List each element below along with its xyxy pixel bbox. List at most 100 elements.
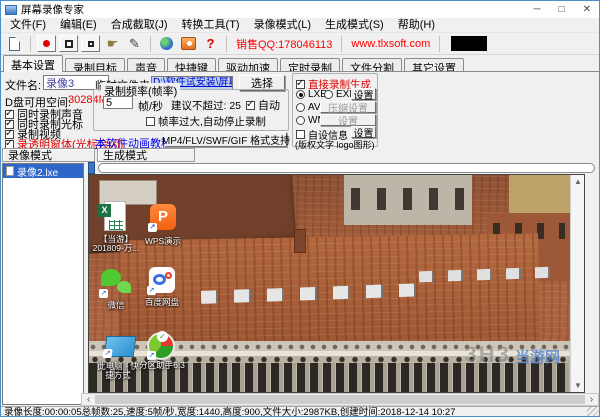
menu-file[interactable]: 文件(F) bbox=[3, 18, 53, 32]
sales-qq-text: 销售QQ:178046113 bbox=[236, 38, 333, 51]
menu-record-mode[interactable]: 录像模式(L) bbox=[247, 18, 318, 32]
stop-icon bbox=[64, 39, 73, 48]
checkbox-icon bbox=[296, 78, 305, 89]
excel-document-icon: X bbox=[98, 201, 126, 233]
scroll-left-icon[interactable]: ‹ bbox=[82, 394, 95, 405]
settings-tab-bar: 基本设置 录制目标 声音 快捷键 驱动加速 定时录制 文件分割 其它设置 bbox=[1, 55, 599, 75]
lxe-settings-button[interactable]: 设置 bbox=[351, 88, 376, 102]
hand-icon: ☛ bbox=[106, 36, 119, 51]
frame-rate-unit: 帧/秒 bbox=[138, 101, 164, 113]
recording-file-list[interactable]: 录像2.lxe bbox=[2, 163, 84, 405]
menu-compose-capture[interactable]: 合成截取(J) bbox=[104, 18, 175, 32]
seek-bar[interactable] bbox=[98, 163, 595, 173]
scrollbar-thumb[interactable] bbox=[95, 395, 585, 404]
horizontal-scrollbar[interactable]: ‹ › bbox=[81, 393, 599, 406]
help-button[interactable]: ? bbox=[201, 35, 220, 52]
capture-icon bbox=[181, 37, 196, 50]
checkbox-icon bbox=[146, 117, 155, 126]
generate-mode-panel-tab[interactable]: 生成模式 bbox=[97, 148, 195, 162]
shortcut-arrow-icon: ↗ bbox=[147, 286, 156, 295]
scroll-down-icon[interactable]: ▼ bbox=[571, 379, 585, 392]
status-text: 录像长度:00:00:05总帧数:25,速度:5帧/秒,宽度:1440,高度:9… bbox=[4, 407, 456, 417]
stop-button[interactable] bbox=[59, 35, 78, 52]
spreadsheet-grid-icon bbox=[109, 220, 123, 230]
overload-stop-label: 帧率过大,自动停止录制 bbox=[158, 116, 266, 128]
check-badge-icon: ✓ bbox=[157, 331, 168, 342]
wechat-label: 微信 bbox=[107, 300, 125, 310]
radio-icon bbox=[296, 103, 305, 112]
watermark: 3H3 当游网 bbox=[465, 342, 560, 368]
radio-icon bbox=[296, 90, 305, 99]
website-button[interactable] bbox=[157, 35, 176, 52]
recording-preview-image: X 【当游】 201809-万... ↗ WPS演示 ↗ 微信 ↗ 百度网盘 bbox=[89, 175, 570, 392]
status-bar: 录像长度:00:00:05总帧数:25,速度:5帧/秒,宽度:1440,高度:9… bbox=[1, 406, 599, 417]
pen-tool-button[interactable]: ✎ bbox=[125, 35, 144, 52]
gray-building-windows bbox=[351, 188, 465, 210]
radio-icon bbox=[324, 90, 333, 99]
app-window: 屏幕录像专家 ─ □ ✕ 文件(F) 编辑(E) 合成截取(J) 转换工具(T)… bbox=[0, 0, 600, 417]
auto-checkbox[interactable]: 自动 bbox=[246, 97, 280, 113]
capture-button[interactable] bbox=[179, 35, 198, 52]
tab-hotkeys[interactable]: 快捷键 bbox=[167, 58, 216, 75]
list-item[interactable]: 录像2.lxe bbox=[3, 164, 83, 179]
direct-generate-group: 直接录制生成 LXE EXE 设置 AVI 压缩设置 WMV 设置 bbox=[292, 73, 378, 150]
globe-icon bbox=[160, 37, 173, 50]
record-button[interactable] bbox=[37, 35, 56, 52]
baidu-label: 百度网盘 bbox=[144, 297, 179, 307]
pen-icon: ✎ bbox=[129, 36, 140, 51]
new-file-button[interactable] bbox=[5, 35, 24, 52]
maximize-icon[interactable]: □ bbox=[559, 4, 565, 15]
scroll-up-icon[interactable]: ▲ bbox=[571, 175, 585, 188]
format-support-button[interactable]: MP4/FLV/SWF/GIF 格式支持 bbox=[162, 132, 290, 147]
netdisk-knot-icon bbox=[165, 272, 172, 279]
hand-tool-button[interactable]: ☛ bbox=[103, 35, 122, 52]
watermark-logo-text: 3H3 bbox=[464, 342, 511, 367]
radio-icon bbox=[296, 116, 305, 125]
menu-generate-mode[interactable]: 生成模式(S) bbox=[318, 18, 391, 32]
tab-driver-accel[interactable]: 驱动加速 bbox=[218, 58, 278, 75]
tab-other-settings[interactable]: 其它设置 bbox=[404, 58, 464, 75]
this-pc-icon: ↗ bbox=[102, 336, 137, 358]
preview-area: X 【当游】 201809-万... ↗ WPS演示 ↗ 微信 ↗ 百度网盘 bbox=[88, 174, 585, 393]
frame-rate-input[interactable] bbox=[103, 96, 133, 109]
close-icon[interactable]: ✕ bbox=[583, 4, 591, 15]
tab-file-split[interactable]: 文件分割 bbox=[342, 58, 402, 75]
seek-bar-thumb[interactable] bbox=[88, 162, 95, 174]
tab-basic-settings[interactable]: 基本设置 bbox=[3, 55, 63, 72]
this-pc-label-line2: 捷方式 bbox=[105, 370, 131, 380]
black-preview-box bbox=[451, 36, 488, 51]
filename-label: 文件名: bbox=[5, 80, 42, 92]
tan-building bbox=[509, 175, 570, 217]
partition-label: 分区助手6.3 bbox=[139, 360, 185, 370]
basic-settings-panel: 文件名: 临时文件夹: D:\软件试安装\屏幕录像专 选择 D盘可用空间: 30… bbox=[1, 71, 599, 151]
tab-scheduled-record[interactable]: 定时录制 bbox=[280, 58, 340, 75]
new-file-icon bbox=[9, 36, 20, 51]
window-title: 屏幕录像专家 bbox=[21, 4, 84, 16]
scroll-right-icon[interactable]: › bbox=[585, 394, 598, 405]
menu-convert-tools[interactable]: 转换工具(T) bbox=[175, 18, 247, 32]
toolbar-separator bbox=[341, 35, 343, 52]
pause-icon bbox=[87, 40, 94, 47]
help-icon: ? bbox=[206, 36, 215, 51]
tab-sound[interactable]: 声音 bbox=[127, 58, 165, 75]
frame-rate-hint: 建议不超过: 25 bbox=[171, 100, 242, 112]
overload-stop-checkbox[interactable]: 帧率过大,自动停止录制 bbox=[146, 114, 266, 129]
baidu-netdisk-icon: ↗ bbox=[147, 267, 175, 295]
format-lxe-radio[interactable]: LXE bbox=[296, 89, 327, 100]
minimize-icon[interactable]: ─ bbox=[533, 4, 540, 15]
website-link[interactable]: www.tlxsoft.com bbox=[348, 38, 433, 50]
frame-rate-group: 录制频率(帧率) 帧/秒 建议不超过: 25 自动 帧率过大,自动停止录制 bbox=[93, 83, 289, 131]
vertical-scrollbar[interactable]: ▲ ▼ bbox=[570, 175, 584, 392]
menu-edit[interactable]: 编辑(E) bbox=[53, 18, 104, 32]
custom-info-settings-button[interactable]: 设置 bbox=[351, 126, 376, 140]
resize-grip-icon[interactable] bbox=[587, 407, 599, 416]
tab-record-target[interactable]: 录制目标 bbox=[65, 58, 125, 75]
auto-label: 自动 bbox=[258, 100, 280, 112]
app-icon bbox=[5, 4, 17, 15]
shortcut-arrow-icon: ↗ bbox=[102, 349, 113, 358]
record-mode-panel-tab[interactable]: 录像模式 bbox=[2, 148, 95, 162]
pause-button[interactable] bbox=[81, 35, 100, 52]
toolbar-separator bbox=[226, 35, 227, 52]
chat-bubble-icon bbox=[117, 281, 131, 293]
menu-help[interactable]: 帮助(H) bbox=[391, 18, 442, 32]
